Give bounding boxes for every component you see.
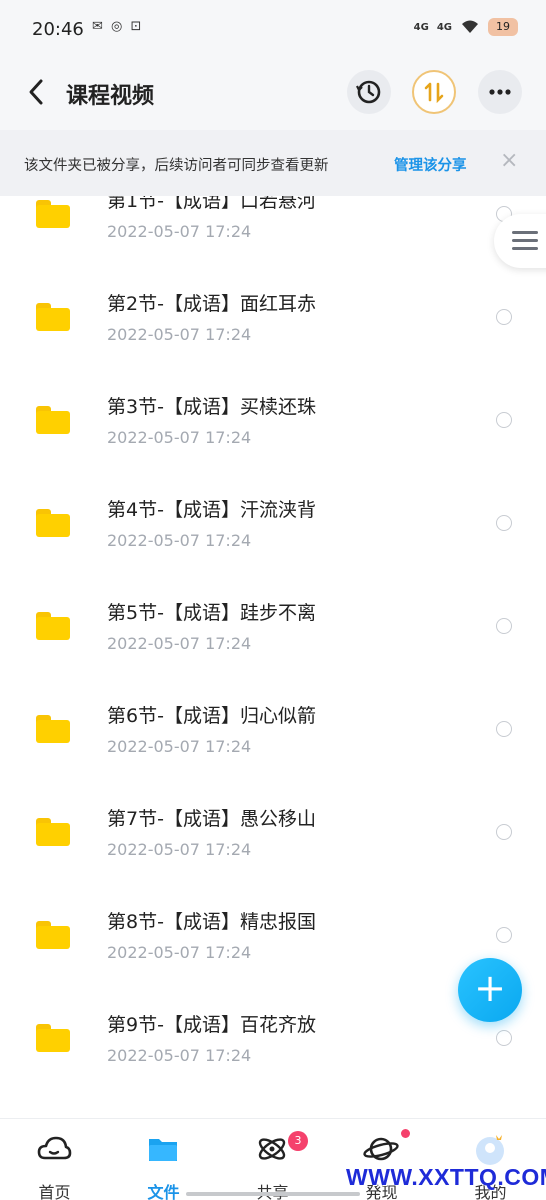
folder-icon [149,1139,177,1161]
file-row[interactable]: 第1节-【成语】口若悬河 2022-05-07 17:24 [0,196,546,271]
share-notice-bar: 该文件夹已被分享，后续访问者可同步查看更新 管理该分享 × [0,130,546,196]
select-checkbox[interactable] [496,927,512,943]
more-icon [489,89,511,95]
file-row[interactable]: 第6节-【成语】归心似箭 2022-05-07 17:24 [0,683,546,786]
select-checkbox[interactable] [496,721,512,737]
file-name: 第4节-【成语】汗流浃背 [107,499,316,521]
tab-home[interactable]: 首页 [0,1119,109,1200]
file-name: 第7节-【成语】愚公移山 [107,808,316,830]
file-date: 2022-05-07 17:24 [107,325,252,344]
transfer-button[interactable] [412,70,456,114]
file-date: 2022-05-07 17:24 [107,634,252,653]
back-icon[interactable] [24,77,48,107]
file-row[interactable]: 第4节-【成语】汗流浃背 2022-05-07 17:24 [0,477,546,580]
file-name: 第9节-【成语】百花齐放 [107,1014,316,1036]
network-1: 4G [413,21,429,33]
battery-level: 19 [488,18,518,36]
file-row[interactable]: 第7节-【成语】愚公移山 2022-05-07 17:24 [0,786,546,889]
status-right: 4G 4G 19 [414,18,518,36]
more-button[interactable] [478,70,522,114]
cloud-icon [37,1136,72,1160]
watermark: WWW.XXTTQ.COM [346,1164,546,1190]
folder-icon [36,200,70,228]
file-date: 2022-05-07 17:24 [107,840,252,859]
select-checkbox[interactable] [496,618,512,634]
file-name: 第8节-【成语】精忠报国 [107,911,316,933]
add-button[interactable]: + [458,958,522,1022]
discover-dot [401,1129,410,1138]
manage-share-link[interactable]: 管理该分享 [394,154,467,175]
select-checkbox[interactable] [496,412,512,428]
folder-icon [36,303,70,331]
status-app-icons: ✉ ◎ ⊡ [92,19,144,34]
folder-icon [36,818,70,846]
file-date: 2022-05-07 17:24 [107,531,252,550]
folder-icon [36,406,70,434]
file-name: 第5节-【成语】跬步不离 [107,602,316,624]
file-name: 第3节-【成语】买椟还珠 [107,396,316,418]
file-name: 第1节-【成语】口若悬河 [107,196,316,212]
atom-icon [258,1138,286,1160]
header: 课程视频 [0,58,546,130]
page-title: 课程视频 [66,84,155,109]
transfer-icon [424,82,444,104]
close-icon[interactable]: × [500,148,518,173]
file-date: 2022-05-07 17:24 [107,943,252,962]
file-date: 2022-05-07 17:24 [107,737,252,756]
file-row[interactable]: 第2节-【成语】面红耳赤 2022-05-07 17:24 [0,271,546,374]
tab-share[interactable]: 共享 [218,1119,327,1200]
side-menu-handle[interactable] [494,214,546,268]
tab-label-files: 文件 [147,1183,180,1200]
tab-files[interactable]: 文件 [109,1119,218,1200]
file-date: 2022-05-07 17:24 [107,222,252,241]
file-date: 2022-05-07 17:24 [107,428,252,447]
folder-icon [36,612,70,640]
status-bar: 20:46 ✉ ◎ ⊡ 4G 4G 19 [0,0,546,58]
folder-icon [36,715,70,743]
file-row[interactable]: 第5节-【成语】跬步不离 2022-05-07 17:24 [0,580,546,683]
history-button[interactable] [347,70,391,114]
select-checkbox[interactable] [496,1030,512,1046]
select-checkbox[interactable] [496,309,512,325]
status-time: 20:46 [32,19,84,40]
file-name: 第6节-【成语】归心似箭 [107,705,316,727]
tab-label-home: 首页 [38,1183,71,1200]
tab-label-share: 共享 [218,1179,327,1200]
share-notice-text: 该文件夹已被分享，后续访问者可同步查看更新 [24,158,329,174]
wifi-icon [462,20,478,33]
planet-icon [363,1137,399,1161]
folder-icon [36,1024,70,1052]
avatar-icon [476,1135,504,1165]
network-2: 4G [436,21,452,33]
share-badge: 3 [288,1131,308,1151]
file-row[interactable]: 第3节-【成语】买椟还珠 2022-05-07 17:24 [0,374,546,477]
folder-icon [36,509,70,537]
history-icon [356,80,381,104]
file-name: 第2节-【成语】面红耳赤 [107,293,316,315]
file-date: 2022-05-07 17:24 [107,1046,252,1065]
folder-icon [36,921,70,949]
home-indicator [186,1192,360,1196]
select-checkbox[interactable] [496,824,512,840]
select-checkbox[interactable] [496,515,512,531]
